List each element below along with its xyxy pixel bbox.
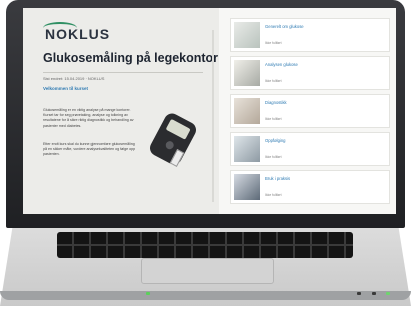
port-icon: [357, 292, 361, 295]
title-divider: [43, 72, 203, 73]
module-title[interactable]: Generelt om glukose: [265, 24, 304, 29]
laptop-lid: NOKLUS Glukosemåling på legekontor Sist …: [6, 0, 405, 228]
intro-paragraph-2: Etter endt kurs skal du kunne gjennomfør…: [43, 142, 136, 157]
module-status: Ikke fullført: [265, 193, 282, 197]
power-led-icon: [146, 292, 150, 295]
glucometer-button: [164, 139, 176, 151]
module-card[interactable]: Oppfølging Ikke fullført: [230, 132, 390, 166]
module-status: Ikke fullført: [265, 155, 282, 159]
module-thumbnail: [234, 98, 260, 124]
panel-divider: [212, 30, 214, 202]
module-card[interactable]: Diagnostikk Ikke fullført: [230, 94, 390, 128]
module-card[interactable]: Analysen glukose Ikke fullført: [230, 56, 390, 90]
module-title[interactable]: Bruk i praksis: [265, 176, 290, 181]
module-status: Ikke fullført: [265, 41, 282, 45]
page-meta: Sist endret: 15.04.2019 · NOKLUS: [43, 76, 105, 81]
welcome-heading: Velkommen til kurset: [43, 86, 89, 91]
intro-paragraph-1: Glukosemåling er en viktig analyse på ma…: [43, 108, 134, 128]
brand-logo[interactable]: NOKLUS: [45, 26, 110, 42]
module-title[interactable]: Diagnostikk: [265, 100, 287, 105]
module-card[interactable]: Bruk i praksis Ikke fullført: [230, 170, 390, 204]
module-card[interactable]: Generelt om glukose Ikke fullført: [230, 18, 390, 52]
module-thumbnail: [234, 136, 260, 162]
module-status: Ikke fullført: [265, 79, 282, 83]
course-intro-panel: NOKLUS Glukosemåling på legekontor Sist …: [23, 8, 219, 214]
trackpad[interactable]: [141, 258, 274, 284]
laptop-front-edge: [0, 291, 411, 300]
module-status: Ikke fullført: [265, 117, 282, 121]
module-list: Generelt om glukose Ikke fullført Analys…: [230, 18, 390, 208]
glucometer-display: [165, 118, 191, 140]
status-led-icon: [386, 292, 390, 295]
module-title[interactable]: Oppfølging: [265, 138, 285, 143]
port-icon: [372, 292, 376, 295]
module-thumbnail: [234, 22, 260, 48]
keyboard[interactable]: [57, 232, 353, 258]
module-title[interactable]: Analysen glukose: [265, 62, 298, 67]
module-thumbnail: [234, 60, 260, 86]
module-thumbnail: [234, 174, 260, 200]
page-title: Glukosemåling på legekontor: [43, 51, 219, 65]
laptop-screen: NOKLUS Glukosemåling på legekontor Sist …: [23, 8, 396, 214]
